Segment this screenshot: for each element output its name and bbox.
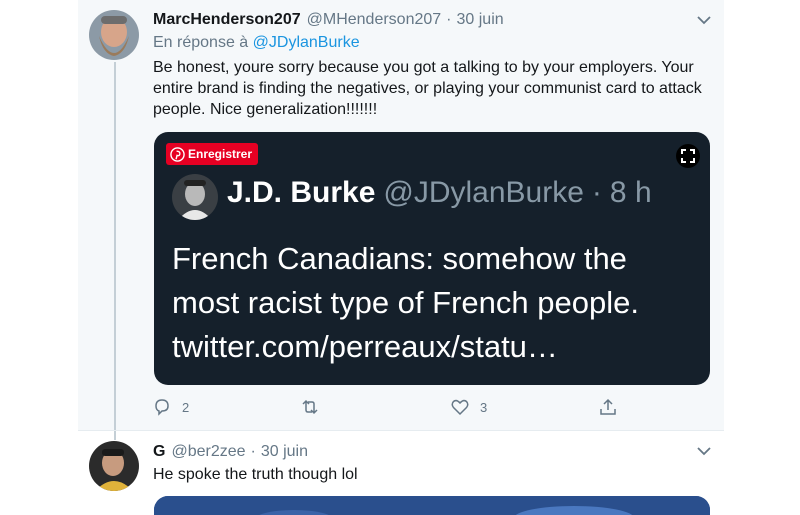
tweet-media-image[interactable]: Enregistrer J.D. Burke @JDylanBurke · 8 … — [154, 132, 710, 385]
reply-count: 2 — [182, 399, 190, 415]
share-icon — [600, 398, 616, 415]
tweet-actions: 2 3 — [152, 397, 622, 419]
like-button[interactable]: 3 — [450, 397, 487, 417]
pinterest-save-button[interactable]: Enregistrer — [166, 143, 259, 165]
display-name[interactable]: G — [153, 443, 165, 461]
tweet-header: G @ber2zee · 30 juin — [153, 443, 308, 461]
reply-button[interactable]: 2 — [152, 397, 189, 417]
reply-mention-link[interactable]: @JDylanBurke — [253, 34, 360, 51]
tweet-text: He spoke the truth though lol — [153, 466, 358, 483]
pinterest-icon — [170, 146, 185, 162]
avatar[interactable] — [89, 441, 139, 491]
retweet-icon — [302, 399, 318, 415]
expand-icon — [681, 149, 695, 163]
embedded-time: 8 h — [609, 176, 652, 209]
retweet-button[interactable] — [300, 397, 330, 417]
pinterest-save-label: Enregistrer — [188, 147, 253, 161]
reply-context: En réponse à @JDylanBurke — [153, 34, 360, 52]
tweet-date[interactable]: 30 juin — [261, 443, 308, 461]
share-button[interactable] — [598, 397, 618, 417]
separator: · — [446, 11, 452, 28]
user-handle[interactable]: @MHenderson207 — [307, 11, 442, 29]
media-thumbnail — [154, 496, 710, 515]
chevron-down-icon[interactable] — [696, 12, 712, 28]
tweet-header: MarcHenderson207 @MHenderson207 · 30 jui… — [153, 11, 504, 29]
like-icon — [451, 399, 469, 416]
tweet-divider — [78, 430, 724, 431]
expand-button[interactable] — [676, 144, 700, 168]
separator: · — [250, 443, 256, 460]
avatar[interactable] — [89, 10, 139, 60]
reply-icon — [155, 399, 169, 416]
embedded-avatar — [172, 174, 218, 220]
tweet-text: Be honest, youre sorry because you got a… — [153, 59, 702, 118]
embedded-tweet-text: French Canadians: somehow the most racis… — [172, 241, 639, 364]
tweet-media-image[interactable] — [154, 496, 710, 515]
tweet-date[interactable]: 30 juin — [457, 11, 504, 29]
embedded-separator: · — [591, 176, 602, 209]
like-count: 3 — [480, 399, 488, 415]
embedded-tweet-header: J.D. Burke @JDylanBurke · 8 h — [227, 176, 652, 210]
embedded-handle: @JDylanBurke — [383, 176, 584, 209]
thread-connector-line — [114, 62, 116, 440]
embedded-display-name: J.D. Burke — [227, 176, 376, 209]
chevron-down-icon[interactable] — [696, 443, 712, 459]
user-handle[interactable]: @ber2zee — [171, 443, 245, 461]
display-name[interactable]: MarcHenderson207 — [153, 11, 301, 29]
reply-prefix: En réponse à — [153, 34, 249, 51]
